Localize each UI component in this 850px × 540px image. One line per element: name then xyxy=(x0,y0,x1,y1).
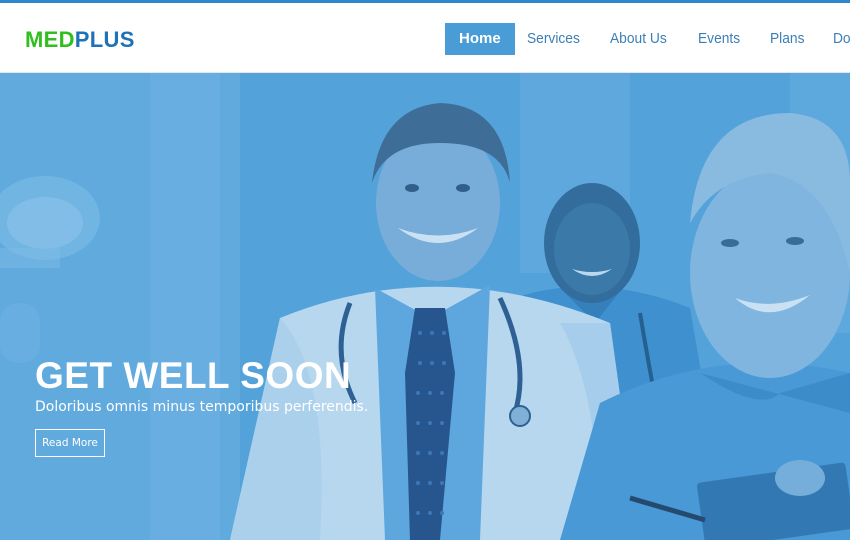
read-more-button[interactable]: Read More xyxy=(35,429,105,457)
nav-item-about-us[interactable]: About Us xyxy=(598,23,679,55)
site-header: MEDPLUS Home Services About Us Events Pl… xyxy=(0,3,850,73)
hero-subtitle: Doloribus omnis minus temporibus perfere… xyxy=(35,399,369,415)
nav-item-home[interactable]: Home xyxy=(445,23,515,55)
site-logo[interactable]: MEDPLUS xyxy=(25,27,135,53)
nav-item-doctors[interactable]: Doctors xyxy=(821,23,850,55)
hero-banner: GET WELL SOON Doloribus omnis minus temp… xyxy=(0,73,850,540)
main-nav: Home Services About Us Events Plans Doct… xyxy=(445,23,850,55)
nav-item-plans[interactable]: Plans xyxy=(758,23,816,55)
hero-background-image xyxy=(0,73,850,540)
nav-item-services[interactable]: Services xyxy=(515,23,592,55)
logo-text-med: MED xyxy=(25,27,75,52)
hero-title: GET WELL SOON xyxy=(35,355,352,396)
logo-text-plus: PLUS xyxy=(74,27,135,52)
nav-item-events[interactable]: Events xyxy=(686,23,752,55)
